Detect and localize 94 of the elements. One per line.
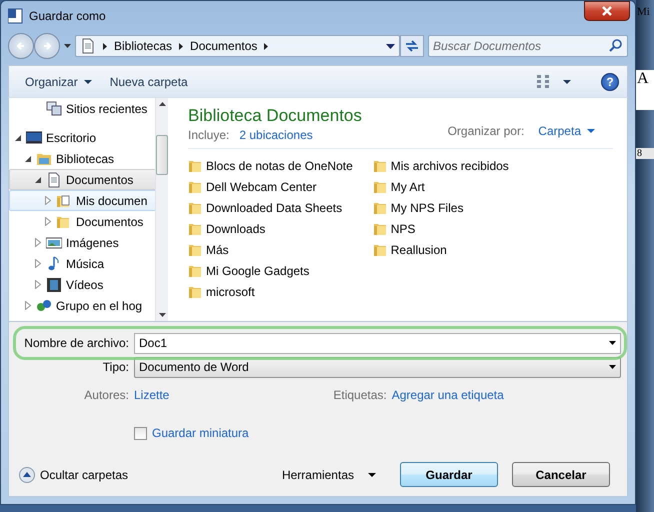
- folder-item[interactable]: Reallusion: [372, 239, 509, 260]
- back-button[interactable]: [8, 33, 34, 59]
- folder-icon: [188, 242, 202, 257]
- view-grid-icon: [537, 75, 549, 88]
- folder-icon: [188, 263, 202, 278]
- film-icon: [46, 276, 62, 292]
- chevron-icon: [263, 42, 270, 50]
- save-button[interactable]: Guardar: [400, 462, 498, 487]
- folder-item[interactable]: Blocs de notas de OneNote: [188, 155, 353, 176]
- tools-menu[interactable]: Herramientas: [276, 466, 382, 482]
- caret-icon: [84, 80, 92, 84]
- picture-icon: [46, 234, 62, 250]
- close-icon: [601, 5, 613, 17]
- caret-icon: [64, 44, 71, 48]
- folder-icon: [188, 221, 202, 236]
- folder-item[interactable]: Más: [188, 239, 353, 260]
- address-bar[interactable]: Bibliotecas Documentos: [75, 35, 400, 57]
- network-icon: [36, 298, 52, 314]
- window-title: Guardar como: [29, 9, 107, 23]
- help-button[interactable]: ?: [601, 72, 619, 90]
- caret-icon: [587, 129, 595, 133]
- folder-icon: [372, 200, 387, 215]
- search-field[interactable]: Buscar Documentos: [428, 35, 628, 57]
- folder-item[interactable]: My Art: [372, 176, 509, 197]
- folder-item[interactable]: Mis archivos recibidos: [372, 155, 509, 176]
- folder-item[interactable]: Dell Webcam Center: [188, 176, 353, 197]
- filename-label: Nombre de archivo:: [23, 336, 130, 350]
- scrollbar[interactable]: [155, 98, 168, 321]
- document-icon: [46, 172, 62, 188]
- breadcrumb[interactable]: Documentos: [190, 39, 258, 53]
- folder-item[interactable]: microsoft: [188, 281, 353, 302]
- caret-icon: [563, 80, 571, 84]
- author-link[interactable]: Lizette: [134, 388, 170, 402]
- folder-item[interactable]: NPS: [372, 218, 509, 239]
- background-window-text: 8: [636, 148, 654, 159]
- folder-icon: [372, 158, 387, 173]
- breadcrumb[interactable]: Bibliotecas: [114, 39, 172, 53]
- folder-icon: [188, 284, 202, 299]
- tree-item[interactable]: Música: [66, 256, 104, 270]
- folder-icon: [372, 179, 387, 194]
- folder-icon: [188, 200, 202, 215]
- chevron-icon: [178, 42, 184, 50]
- tree-item[interactable]: Grupo en el hog: [56, 298, 142, 312]
- background-window-text: Mi: [636, 6, 651, 18]
- arrange-dropdown[interactable]: Carpeta: [538, 124, 595, 138]
- library-title: Biblioteca Documentos: [188, 106, 362, 126]
- folder-icon: [188, 158, 202, 173]
- new-folder-button[interactable]: Nueva carpeta: [104, 72, 194, 92]
- organize-menu[interactable]: Organizar: [19, 72, 98, 92]
- refresh-button[interactable]: [400, 35, 424, 57]
- scrollbar-thumb[interactable]: [156, 134, 168, 174]
- recent-places-icon: [46, 100, 62, 116]
- includes-label: Incluye:: [188, 128, 230, 142]
- filename-field[interactable]: Doc1: [134, 332, 621, 354]
- hide-folders-button[interactable]: Ocultar carpetas: [19, 466, 128, 482]
- chevron-icon: [102, 42, 108, 50]
- authors-label: Autores:: [83, 388, 130, 402]
- chevron-up-icon: [19, 466, 35, 482]
- folder-document-icon: [56, 192, 72, 208]
- checkbox[interactable]: [134, 426, 147, 440]
- folder-item[interactable]: My NPS Files: [372, 197, 509, 218]
- tree-item[interactable]: Vídeos: [66, 278, 104, 292]
- folder-item[interactable]: Downloaded Data Sheets: [188, 197, 353, 218]
- tags-label: Etiquetas:: [333, 388, 388, 402]
- cancel-button[interactable]: Cancelar: [512, 462, 610, 487]
- type-label: Tipo:: [102, 360, 130, 374]
- word-app-icon: [8, 8, 23, 24]
- folder-icon: [372, 221, 387, 236]
- arrow-up-icon: [158, 102, 166, 106]
- refresh-arrows-icon: [404, 38, 420, 54]
- tree-item[interactable]: Escritorio: [46, 130, 96, 144]
- tree-item[interactable]: Bibliotecas: [56, 152, 114, 166]
- folder-icon: [188, 179, 202, 194]
- caret-icon: [368, 472, 376, 476]
- background-window-text: A: [636, 70, 654, 110]
- thumbnail-label[interactable]: Guardar miniatura: [152, 426, 249, 440]
- forward-button[interactable]: [34, 33, 60, 59]
- folder-item[interactable]: Downloads: [188, 218, 353, 239]
- document-icon: [80, 38, 96, 54]
- close-button[interactable]: [584, 1, 630, 21]
- add-tag-link[interactable]: Agregar una etiqueta: [392, 388, 504, 402]
- tree-item[interactable]: Sitios recientes: [66, 102, 148, 116]
- tree-item[interactable]: Imágenes: [66, 236, 119, 250]
- caret-icon: [386, 44, 395, 48]
- caret-icon: [609, 341, 616, 345]
- tree-item[interactable]: Documentos: [76, 214, 144, 228]
- locations-link[interactable]: 2 ubicaciones: [239, 128, 313, 142]
- folder-item[interactable]: Mi Google Gadgets: [188, 260, 353, 281]
- monitor-icon: [26, 130, 42, 146]
- search-icon: [609, 39, 622, 52]
- folder-icon: [372, 242, 387, 257]
- arrange-label: Organizar por:: [448, 124, 524, 138]
- caret-icon: [609, 365, 616, 369]
- arrow-down-icon: [158, 313, 166, 317]
